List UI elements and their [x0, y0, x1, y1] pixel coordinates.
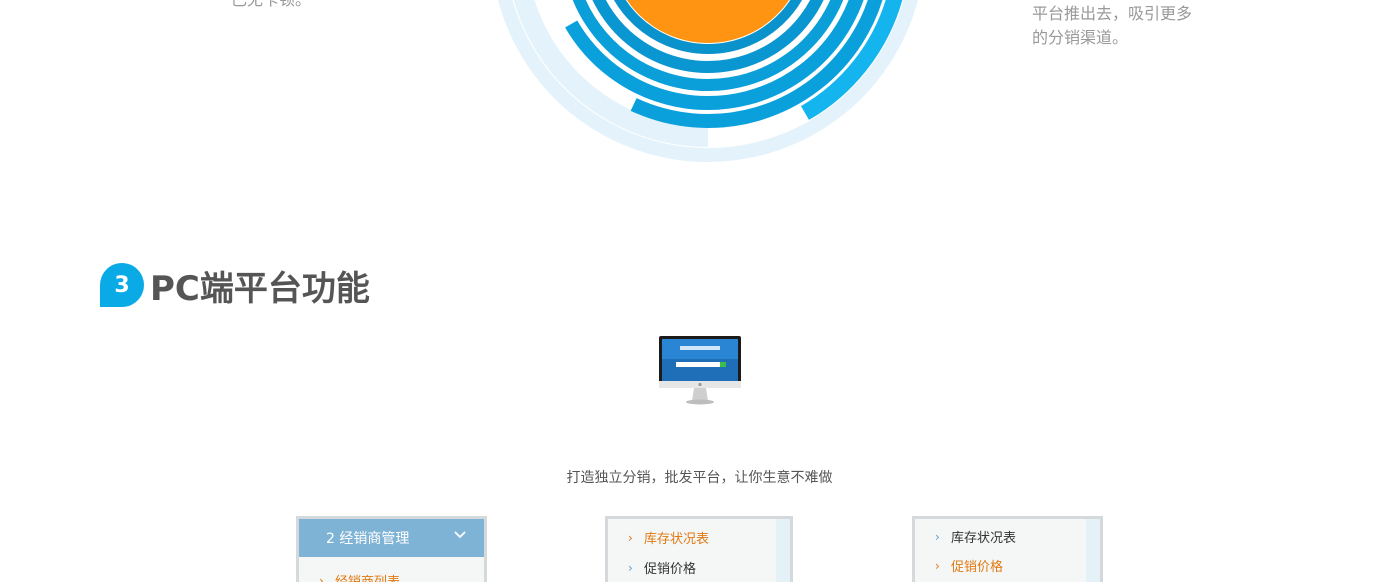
- menu-item-label: 库存状况表: [644, 532, 710, 547]
- desktop-monitor-icon: [659, 336, 741, 405]
- menu-panel-dealer: 2 经销商管理 › 经销商列表: [296, 516, 487, 582]
- menu-panel-inventory-b: › 库存状况表 › 促销价格: [912, 516, 1103, 582]
- menu-item-dealer-list[interactable]: › 经销商列表: [319, 571, 400, 582]
- section-heading: 3 PC端平台功能: [100, 262, 370, 309]
- section-tagline: 打造独立分销，批发平台，让你生意不难做: [566, 470, 833, 486]
- menu-panel-inventory-a: › 库存状况表 › 促销价格: [605, 516, 793, 582]
- menu-item-promo-price[interactable]: › 促销价格: [935, 556, 1004, 576]
- ring-illustration: [497, 0, 918, 162]
- menu-group-label: 2 经销商管理: [326, 531, 410, 547]
- panel-scroll-strip: [1086, 519, 1100, 582]
- menu-item-label: 促销价格: [951, 560, 1004, 575]
- page: 已无卡顿。 平台推出去，吸引更多 的分销渠道。 3 PC端平台功能 打造独立分销…: [0, 0, 1399, 582]
- chevron-down-icon: [454, 528, 466, 544]
- menu-item-inventory-status[interactable]: › 库存状况表: [935, 527, 1017, 547]
- chevron-right-icon: ›: [935, 529, 940, 544]
- menu-item-promo-price[interactable]: › 促销价格: [628, 558, 697, 578]
- menu-item-inventory-status[interactable]: › 库存状况表: [628, 528, 710, 548]
- menu-group-dealer-management[interactable]: 2 经销商管理: [299, 519, 484, 557]
- chevron-right-icon: ›: [319, 573, 324, 582]
- menu-item-label: 促销价格: [644, 562, 697, 577]
- chevron-right-icon: ›: [628, 530, 633, 545]
- chevron-right-icon: ›: [935, 558, 940, 573]
- chevron-right-icon: ›: [628, 560, 633, 575]
- section-number-badge: 3: [100, 263, 144, 307]
- panel-scroll-strip: [776, 519, 790, 582]
- menu-item-label: 经销商列表: [335, 571, 400, 582]
- menu-item-label: 库存状况表: [951, 531, 1017, 546]
- section-title: PC端平台功能: [150, 268, 370, 309]
